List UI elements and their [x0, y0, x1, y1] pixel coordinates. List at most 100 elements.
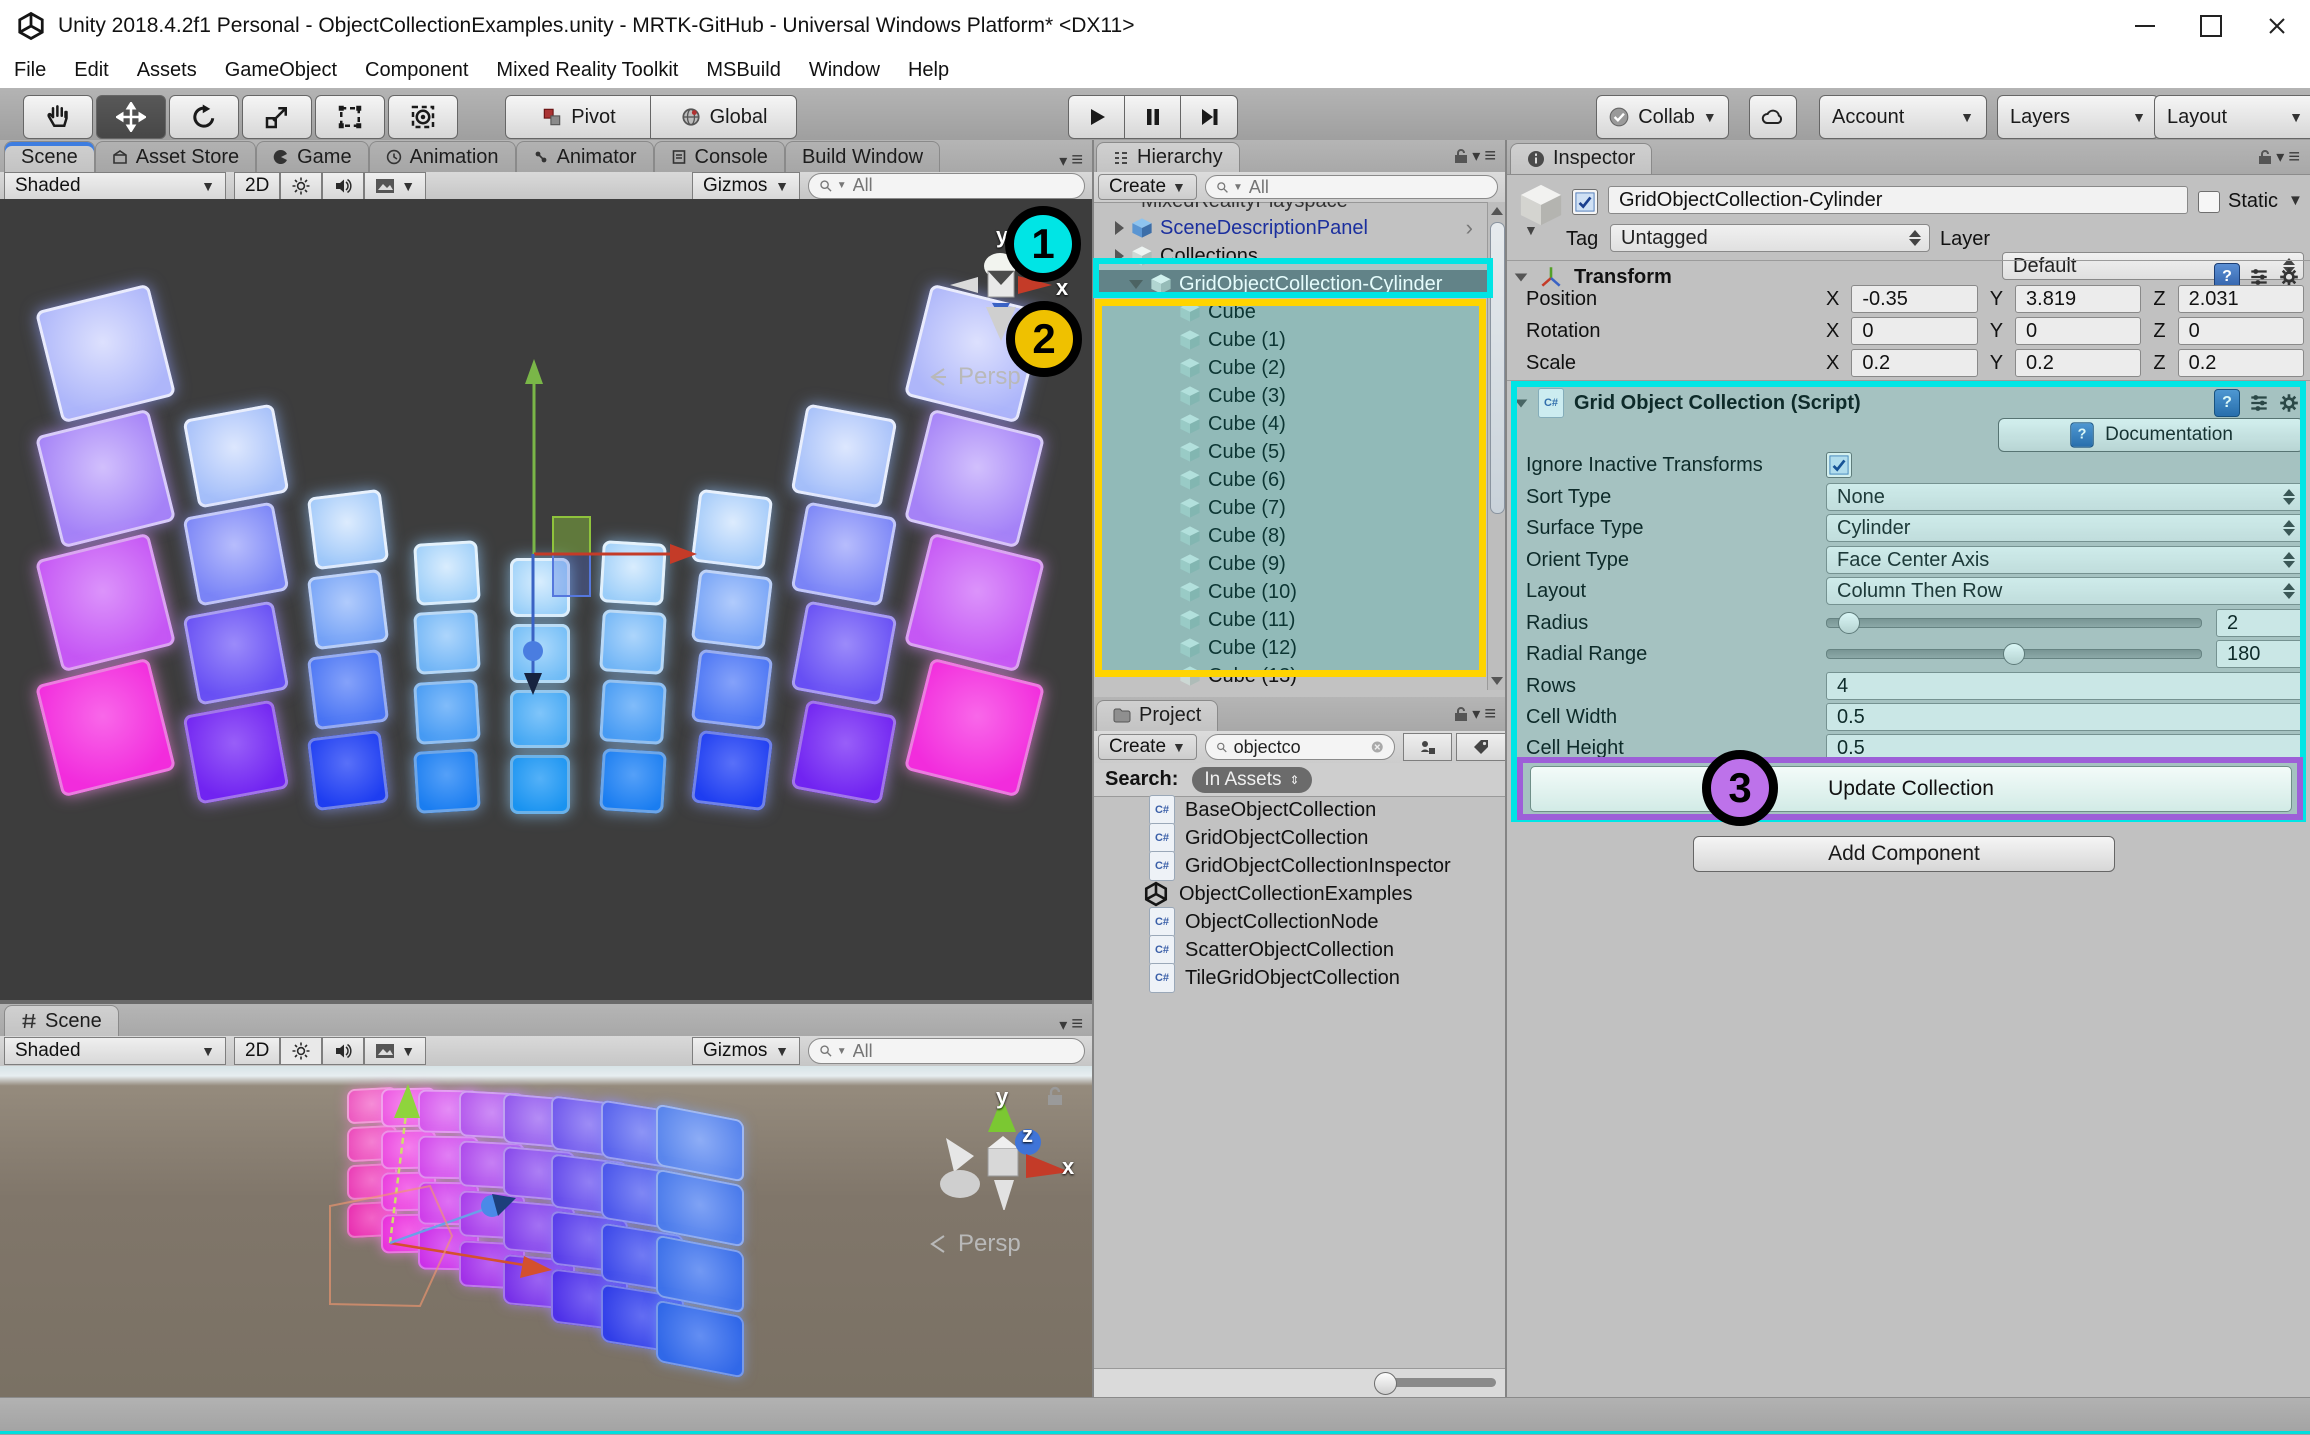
scale-y-input[interactable] — [2024, 350, 2133, 376]
search-by-type-button[interactable] — [1402, 733, 1453, 761]
menu-edit[interactable]: Edit — [60, 52, 122, 88]
hierarchy-panel-menu[interactable]: ▾ ≡ — [1454, 145, 1506, 168]
documentation-button[interactable]: Documentation — [1998, 418, 2304, 452]
radius-slider[interactable] — [1826, 612, 2202, 634]
project-item[interactable]: GridObjectCollectionInspector — [1093, 851, 1487, 881]
step-button[interactable] — [1180, 95, 1238, 139]
scene2-search-input[interactable] — [850, 1039, 1074, 1063]
hand-tool-button[interactable] — [23, 95, 93, 139]
menu-assets[interactable]: Assets — [123, 52, 211, 88]
scene1-search-input[interactable] — [850, 174, 1074, 197]
audio-toggle-button[interactable] — [322, 171, 365, 200]
radius-slider-handle[interactable] — [1838, 612, 1861, 634]
foldout-arrow-icon[interactable] — [1514, 272, 1528, 282]
tab-console[interactable]: Console — [653, 141, 785, 172]
tree-item-cube[interactable]: Cube (2) — [1093, 354, 1487, 382]
hierarchy-create-button[interactable]: Create ▼ — [1098, 174, 1197, 200]
tab-asset-store[interactable]: Asset Store — [94, 141, 257, 172]
tree-item-cube[interactable]: Cube (8) — [1093, 522, 1487, 550]
scene2-panel-menu[interactable]: ▾ ≡ — [1059, 1013, 1093, 1036]
lighting-toggle-button-2[interactable] — [280, 1037, 323, 1065]
scene2-search-box[interactable]: ▼ — [808, 1038, 1085, 1064]
project-search-box[interactable] — [1204, 734, 1395, 760]
tree-item-collections[interactable]: Collections — [1093, 242, 1487, 270]
hierarchy-scroll-thumb[interactable] — [1490, 222, 1505, 514]
tab-scene[interactable]: Scene — [4, 141, 95, 172]
menu-gameobject[interactable]: GameObject — [211, 52, 351, 88]
gear-icon[interactable] — [2278, 392, 2300, 414]
tab-hierarchy[interactable]: Hierarchy — [1096, 141, 1240, 173]
account-dropdown[interactable]: Account ▼ — [1819, 95, 1987, 139]
lighting-toggle-button[interactable] — [280, 171, 323, 200]
static-dropdown-arrow[interactable]: ▼ — [2288, 192, 2303, 209]
effects-dropdown-button[interactable]: ▼ — [364, 171, 427, 200]
position-x-input[interactable] — [1860, 286, 1969, 312]
grid-component-header[interactable]: Grid Object Collection (Script) — [1514, 388, 2304, 418]
tree-item-cube[interactable]: Cube (6) — [1093, 466, 1487, 494]
icon-dropdown-arrow[interactable]: ▼ — [1524, 222, 1538, 238]
persp-toggle[interactable]: Persp — [928, 363, 1021, 391]
cloud-button[interactable] — [1749, 95, 1797, 139]
scale-tool-button[interactable] — [242, 95, 312, 139]
scene1-viewport[interactable]: y x Persp 1 2 — [0, 199, 1093, 1000]
scroll-up-icon[interactable] — [1491, 207, 1503, 215]
collab-dropdown[interactable]: Collab ▼ — [1596, 95, 1729, 139]
menu-component[interactable]: Component — [351, 52, 482, 88]
tree-item-selected-gridobjectcollection-cylinder[interactable]: GridObjectCollection-Cylinder — [1093, 270, 1487, 298]
gizmos-dropdown-2[interactable]: Gizmos ▼ — [692, 1037, 800, 1065]
tree-item-cube[interactable]: Cube (3) — [1093, 382, 1487, 410]
tag-dropdown[interactable]: Untagged — [1610, 224, 1930, 252]
static-checkbox[interactable] — [2198, 191, 2220, 213]
tab-inspector[interactable]: Inspector — [1510, 142, 1653, 174]
help-icon[interactable] — [2214, 389, 2240, 417]
foldout-arrow-icon[interactable] — [1514, 398, 1528, 408]
radial-range-value-input[interactable] — [2225, 641, 2295, 667]
tree-item-cube[interactable]: Cube (10) — [1093, 578, 1487, 606]
menu-msbuild[interactable]: MSBuild — [692, 52, 794, 88]
project-item[interactable]: ObjectCollectionNode — [1093, 907, 1487, 937]
add-component-button[interactable]: Add Component — [1693, 836, 2115, 872]
tab-game[interactable]: Game — [256, 141, 369, 172]
maximize-button[interactable] — [2178, 0, 2244, 52]
gizmos-dropdown[interactable]: Gizmos ▼ — [692, 171, 800, 200]
minimize-button[interactable] — [2112, 0, 2178, 52]
update-collection-button[interactable]: Update Collection — [1530, 766, 2292, 812]
project-item[interactable]: GridObjectCollection — [1093, 823, 1487, 853]
layers-dropdown[interactable]: Layers ▼ — [1997, 95, 2159, 139]
rect-tool-button[interactable] — [315, 95, 385, 139]
tree-item-cube[interactable]: Cube (5) — [1093, 438, 1487, 466]
tree-item-cube[interactable]: Cube (12) — [1093, 634, 1487, 662]
project-item[interactable]: BaseObjectCollection — [1093, 795, 1487, 825]
tree-item-cube[interactable]: Cube (11) — [1093, 606, 1487, 634]
search-by-label-button[interactable] — [1456, 733, 1507, 761]
surface-type-dropdown[interactable]: Cylinder — [1826, 514, 2304, 542]
rotate-tool-button[interactable] — [169, 95, 239, 139]
tab-project[interactable]: Project — [1096, 699, 1219, 731]
object-name-input[interactable] — [1617, 187, 2179, 213]
global-toggle-button[interactable]: Global — [650, 95, 797, 139]
tab-animator[interactable]: Animator — [515, 141, 654, 172]
inspector-panel-menu[interactable]: ▾ ≡ — [2258, 146, 2310, 169]
menu-file[interactable]: File — [0, 52, 60, 88]
menu-mixed-reality-toolkit[interactable]: Mixed Reality Toolkit — [482, 52, 692, 88]
cell-height-input[interactable] — [1835, 735, 2295, 761]
position-z-input[interactable] — [2186, 286, 2295, 312]
rotation-y-input[interactable] — [2024, 318, 2133, 344]
scroll-down-icon[interactable] — [1491, 677, 1503, 685]
scale-x-input[interactable] — [1860, 350, 1969, 376]
search-scope-pill[interactable]: In Assets ⇕ — [1192, 766, 1312, 793]
hierarchy-search-box[interactable]: ▼ — [1204, 175, 1498, 199]
expand-arrow-icon[interactable] — [1115, 249, 1124, 263]
radius-value-input[interactable] — [2225, 610, 2295, 636]
tab-build-window[interactable]: Build Window — [784, 141, 941, 172]
rotation-x-input[interactable] — [1860, 318, 1969, 344]
hierarchy-search-input[interactable] — [1246, 175, 1487, 199]
prefab-nav-arrow-icon[interactable]: › — [1466, 215, 1473, 241]
icon-size-slider-handle[interactable] — [1374, 1372, 1397, 1395]
project-item[interactable]: TileGridObjectCollection — [1093, 963, 1487, 993]
collapse-arrow-icon[interactable] — [1129, 279, 1143, 289]
tab-animation[interactable]: Animation — [368, 141, 516, 172]
rows-input[interactable] — [1835, 673, 2295, 699]
layout-dropdown[interactable]: Layout ▼ — [2154, 95, 2310, 139]
orient-type-dropdown[interactable]: Face Center Axis — [1826, 546, 2304, 574]
